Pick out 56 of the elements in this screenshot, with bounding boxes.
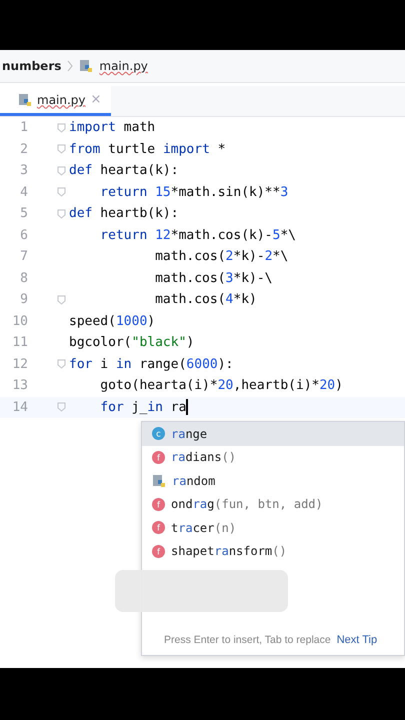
code-line: for j_in ra [99, 399, 188, 416]
fold-marker-icon [57, 166, 66, 176]
fold-marker-icon [57, 187, 66, 198]
code-line: def hearta(k): [69, 163, 179, 178]
line-number: 1 [19, 120, 28, 136]
code-line: math.cos(3*k)-\ [154, 270, 273, 286]
completion-item[interactable]: f shapet ransform() [142, 540, 404, 563]
function-icon: f [152, 498, 165, 511]
line-number: 3 [19, 163, 28, 178]
code-line: import math [69, 120, 156, 136]
completion-item[interactable]: f radians() [142, 446, 404, 469]
python-file-icon [79, 59, 94, 73]
code-line: math.cos(4*k) [154, 292, 257, 308]
line-number: 11 [11, 335, 28, 350]
fold-marker-icon [57, 208, 66, 219]
next-tip-link[interactable]: Next Tip [336, 634, 378, 646]
code-line: speed(1000) [69, 314, 156, 329]
line-number: 6 [19, 228, 28, 243]
fold-marker-icon [57, 359, 66, 370]
class-icon: c [152, 427, 165, 440]
code-line: math.cos(2*k)-2*\ [154, 249, 288, 264]
python-file-icon [152, 474, 166, 488]
chevron-icon [67, 60, 74, 72]
fold-marker-icon [57, 294, 66, 305]
line-number: 8 [19, 270, 28, 286]
line-number: 12 [11, 356, 28, 372]
completion-item[interactable]: random [142, 469, 404, 492]
completion-item[interactable]: f ond rag(fun, btn, add) [142, 492, 404, 516]
breadcrumb-folder[interactable]: numbers [2, 59, 62, 73]
fold-marker-icon [57, 402, 66, 412]
line-number: 2 [19, 142, 28, 157]
code-line: goto(hearta(i)*20,heartb(i)*20) [99, 378, 343, 394]
function-icon: f [152, 450, 165, 464]
completion-item[interactable]: f t racer(n) [142, 516, 404, 540]
python-file-icon [18, 92, 32, 106]
breadcrumb-file[interactable]: main.py [99, 59, 148, 73]
editor-tab[interactable]: main.py × [0, 86, 112, 116]
code-line: return 15*math.sin(k)**3 [99, 184, 288, 200]
code-line: from turtle import * [69, 142, 226, 157]
line-number: 7 [19, 249, 28, 264]
function-icon: f [152, 521, 165, 534]
fold-marker-icon [57, 144, 66, 154]
line-number: 14 [11, 400, 28, 415]
completion-hint: Press Enter to insert, Tab to replace [164, 634, 331, 646]
function-icon: f [152, 544, 165, 558]
completion-item[interactable]: c range [142, 422, 404, 446]
line-number: 13 [11, 378, 28, 394]
line-number: 4 [19, 184, 28, 200]
line-number: 9 [19, 292, 28, 308]
code-line: for i in range(6000): [69, 356, 234, 372]
line-number: 5 [19, 206, 28, 222]
fold-marker-icon [57, 122, 66, 133]
code-line: return 12*math.cos(k)-5*\ [99, 228, 296, 243]
line-number: 10 [11, 314, 28, 329]
code-line: bgcolor("black") [69, 335, 194, 350]
code-line: def heartb(k): [69, 206, 179, 222]
